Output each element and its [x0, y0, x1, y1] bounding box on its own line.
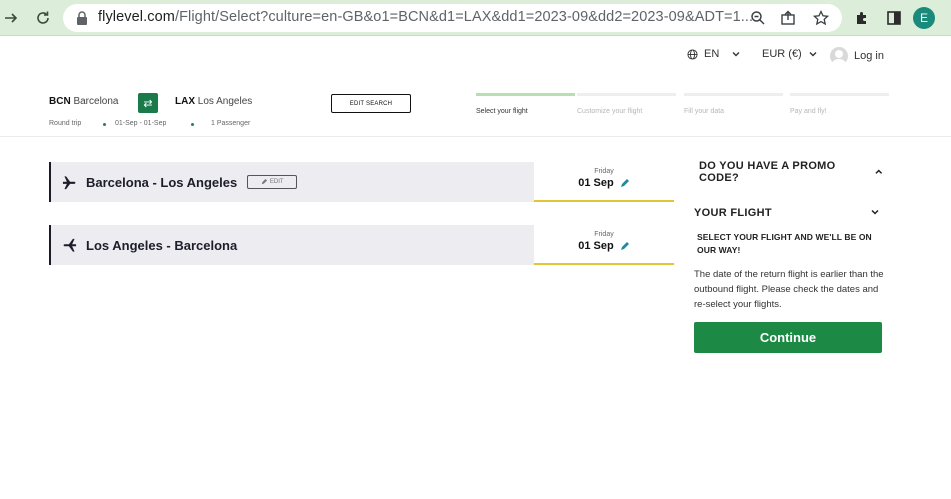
- destination: LAX Los Angeles: [175, 96, 253, 107]
- date-warning-message: The date of the return flight is earlier…: [694, 269, 884, 310]
- return-date-cell[interactable]: Friday 01 Sep: [534, 225, 674, 265]
- chevron-down-icon: [871, 209, 879, 215]
- origin: BCN Barcelona: [49, 96, 119, 107]
- step-progress-bar: [684, 93, 783, 96]
- chevron-up-icon: [875, 169, 883, 174]
- share-icon[interactable]: [779, 9, 797, 27]
- language-selector[interactable]: EN: [687, 48, 741, 60]
- lock-icon[interactable]: [76, 11, 88, 25]
- step-customize-flight: Customize your flight: [577, 93, 676, 115]
- your-flight-toggle[interactable]: YOUR FLIGHT: [694, 207, 880, 219]
- globe-icon: [687, 48, 698, 60]
- url-text: flylevel.com/Flight/Select?culture=en-GB…: [98, 9, 754, 25]
- return-flight-row[interactable]: Los Angeles - Barcelona: [49, 225, 534, 265]
- search-summary: BCN Barcelona ⇄ LAX Los Angeles Round tr…: [0, 85, 951, 137]
- flight-day: Friday: [594, 231, 614, 238]
- step-pay: Pay and fly!: [790, 93, 889, 115]
- flight-date: 01 Sep: [534, 240, 674, 252]
- separator-dot: [191, 123, 194, 126]
- booking-sidebar: DO YOU HAVE A PROMO CODE? YOUR FLIGHT SE…: [694, 150, 884, 353]
- flight-route-label: Los Angeles - Barcelona: [86, 237, 238, 253]
- browser-toolbar: flylevel.com/Flight/Select?culture=en-GB…: [0, 0, 951, 36]
- currency-selector[interactable]: EUR (€): [762, 48, 818, 60]
- flight-route-label: Barcelona - Los Angeles: [86, 174, 238, 190]
- outbound-date-cell[interactable]: Friday 01 Sep: [534, 162, 674, 202]
- chevron-down-icon: [809, 52, 817, 57]
- trip-type: Round trip: [49, 120, 82, 127]
- arrival-plane-icon: [61, 237, 77, 253]
- bookmark-star-icon[interactable]: [812, 9, 830, 27]
- outbound-flight-row[interactable]: Barcelona - Los Angeles EDIT: [49, 162, 534, 202]
- departure-plane-icon: [61, 174, 77, 190]
- step-progress-bar: [577, 93, 676, 96]
- login-label: Log in: [854, 50, 884, 62]
- edit-search-button[interactable]: EDIT SEARCH: [331, 94, 411, 113]
- reload-icon[interactable]: [32, 7, 54, 29]
- pencil-icon[interactable]: [620, 178, 630, 188]
- user-avatar-icon: [830, 47, 848, 65]
- passenger-count: 1 Passenger: [211, 120, 251, 127]
- flight-day: Friday: [594, 168, 614, 175]
- step-fill-data: Fill your data: [684, 93, 783, 115]
- login-link[interactable]: Log in: [830, 47, 884, 65]
- side-panel-icon[interactable]: [884, 8, 904, 28]
- chevron-down-icon: [732, 52, 740, 57]
- step-progress-bar: [790, 93, 889, 96]
- pencil-icon[interactable]: [620, 241, 630, 251]
- edit-flight-button[interactable]: EDIT: [247, 175, 298, 189]
- language-label: EN: [704, 48, 720, 60]
- forward-arrow-icon[interactable]: [0, 7, 22, 29]
- promo-code-toggle[interactable]: DO YOU HAVE A PROMO CODE?: [699, 160, 884, 184]
- step-select-flight: Select your flight: [476, 93, 575, 115]
- step-progress-bar: [476, 93, 575, 96]
- flight-date: 01 Sep: [534, 177, 674, 189]
- trip-dates: 01-Sep - 01-Sep: [115, 120, 167, 127]
- currency-label: EUR (€): [762, 48, 802, 60]
- select-flight-message: SELECT YOUR FLIGHT AND WE'LL BE ON OUR W…: [697, 232, 872, 255]
- profile-avatar[interactable]: E: [913, 7, 935, 29]
- address-bar[interactable]: flylevel.com/Flight/Select?culture=en-GB…: [63, 4, 842, 32]
- separator-dot: [103, 123, 106, 126]
- extensions-puzzle-icon[interactable]: [852, 8, 872, 28]
- zoom-icon[interactable]: [749, 9, 767, 27]
- swap-icon[interactable]: ⇄: [138, 93, 158, 113]
- continue-button[interactable]: Continue: [694, 322, 882, 353]
- pencil-icon: [261, 179, 267, 185]
